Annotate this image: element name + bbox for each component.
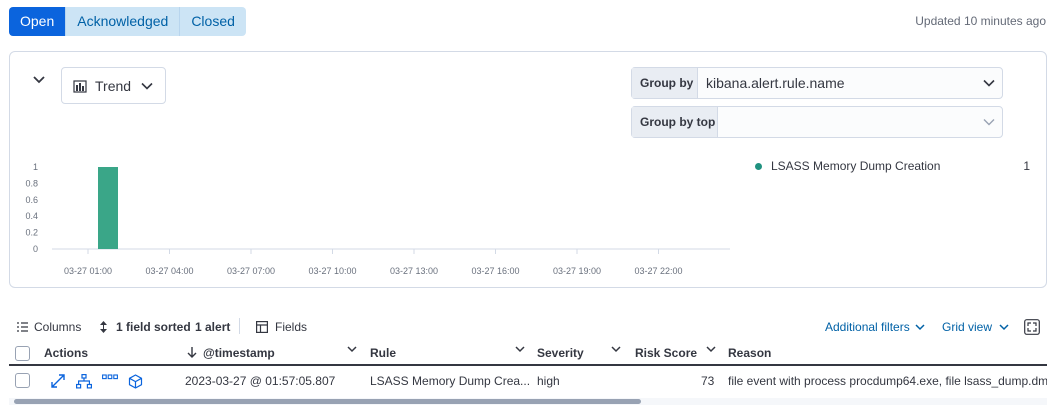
y-tick-label: 0.2 [25,228,38,238]
legend-label: LSASS Memory Dump Creation [771,159,941,173]
expand-icon [51,374,65,388]
group-by-top-label: Group by top [632,107,718,137]
more-actions-button[interactable] [102,374,118,380]
x-tick-label: 03-27 01:00 [64,266,112,276]
header-severity[interactable]: Severity [537,346,584,360]
legend-value: 1 [1023,159,1030,173]
x-tick-label: 03-27 22:00 [634,266,682,276]
row-select-checkbox[interactable] [15,373,30,388]
alerts-trend-chart: 1 0.8 0.6 0.4 0.2 0 03-27 01:00 03-27 04:00 03-2… [25,162,730,276]
columns-label: Columns [34,320,82,334]
more-icon [102,374,118,380]
x-tick-label: 03-27 10:00 [308,266,356,276]
legend-color-dot [755,162,762,170]
analyzer-tree-icon [76,374,92,389]
status-closed-button[interactable]: Closed [180,7,246,36]
y-tick-label: 1 [33,162,38,172]
bar-chart-icon [73,79,87,93]
cell-risk-score: 73 [701,374,715,388]
cell-rule[interactable]: LSASS Memory Dump Crea... [370,374,530,388]
table-header-row: Actions @timestamp Rule Severity Risk Sc… [9,342,1047,366]
header-timestamp-label: @timestamp [203,346,275,360]
chevron-down-icon [915,323,925,330]
header-rule-menu[interactable] [515,346,525,353]
y-tick-label: 0.4 [25,211,38,221]
additional-filters-label: Additional filters [825,320,910,334]
fields-label: Fields [275,320,308,334]
updated-timestamp: Updated 10 minutes ago [915,14,1046,28]
chevron-down-icon [33,76,45,84]
x-tick-label: 03-27 13:00 [390,266,438,276]
header-reason[interactable]: Reason [728,346,771,360]
trend-view-selector[interactable]: Trend [61,67,166,104]
table-row: 2023-03-27 @ 01:57:05.807 LSASS Memory D… [9,369,1047,393]
select-all-checkbox[interactable] [15,346,30,361]
expand-event-button[interactable] [51,374,65,388]
chevron-down-icon [141,82,153,90]
header-timestamp[interactable]: @timestamp [187,346,275,360]
cell-timestamp: 2023-03-27 @ 01:57:05.807 [185,374,336,388]
alerts-histogram-panel: Trend Group by kibana.alert.rule.name Gr… [9,51,1047,288]
chevron-down-icon [999,323,1009,330]
group-by-top-select[interactable]: Group by top [631,106,1003,138]
bar [98,167,118,249]
group-by-top-value [718,107,976,137]
header-risk-score-menu[interactable] [706,346,716,353]
x-tick-label: 03-27 04:00 [145,266,193,276]
list-icon [17,322,28,332]
cube-icon [128,374,143,389]
y-tick-label: 0 [33,244,38,254]
x-tick-label: 03-27 07:00 [227,266,275,276]
chevron-down-icon [515,346,525,353]
status-open-button[interactable]: Open [9,7,67,36]
alert-count: 1 alert [195,320,231,334]
header-severity-menu[interactable] [611,346,621,353]
sort-icon [100,321,107,333]
group-by-select[interactable]: Group by kibana.alert.rule.name [631,67,1003,99]
grid-view-button[interactable]: Grid view [942,318,1009,336]
header-rule[interactable]: Rule [370,346,396,360]
header-risk-score[interactable]: Risk Score [635,346,697,360]
chevron-down-icon [706,346,716,353]
header-actions: Actions [44,346,89,360]
sort-fields-button[interactable]: 1 field sorted [99,318,191,336]
table-toolbar: Columns 1 field sorted 1 alert Fields Ad… [17,318,1047,336]
chevron-down-icon [611,346,621,353]
legend-item[interactable]: LSASS Memory Dump Creation 1 [755,159,1030,173]
status-filter-group: Open Acknowledged Closed [9,7,246,36]
additional-filters-button[interactable]: Additional filters [825,318,925,336]
grid-view-label: Grid view [942,320,993,334]
toolbar-divider [239,318,240,334]
trend-label: Trend [95,77,132,94]
y-tick-label: 0.8 [25,178,38,188]
chevron-down-icon [983,119,995,126]
investigate-button[interactable] [128,374,143,389]
horizontal-scrollbar-thumb[interactable] [14,399,641,404]
chevron-down-icon [983,79,995,87]
arrow-down-icon [187,347,197,358]
cell-severity: high [537,374,560,388]
y-tick-label: 0.6 [25,195,38,205]
group-by-value: kibana.alert.rule.name [706,75,845,91]
fullscreen-icon [1024,319,1040,335]
x-tick-label: 03-27 16:00 [471,266,519,276]
fields-button[interactable]: Fields [256,318,307,336]
cell-reason: file event with process procdump64.exe, … [728,374,1047,388]
chevron-down-icon [347,346,357,353]
columns-button[interactable]: Columns [17,318,81,336]
status-acknowledged-button[interactable]: Acknowledged [66,7,181,36]
x-tick-label: 03-27 19:00 [553,266,601,276]
analyze-event-button[interactable] [76,374,92,389]
sorted-label: 1 field sorted [116,320,191,334]
header-timestamp-menu[interactable] [347,346,357,353]
table-icon [256,321,268,333]
group-by-label: Group by [632,68,698,98]
collapse-toggle-button[interactable] [29,70,49,90]
fullscreen-button[interactable] [1024,318,1040,336]
